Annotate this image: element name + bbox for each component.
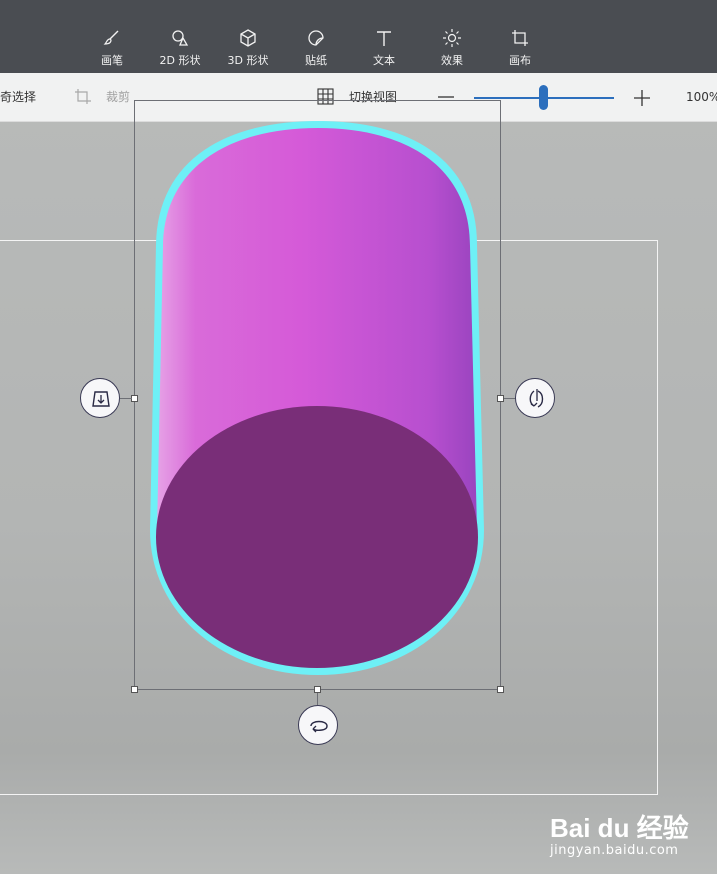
resize-handle-left[interactable] xyxy=(131,395,138,402)
rotate-horizontal-icon xyxy=(310,720,328,733)
watermark-logo: Bai du 经验 xyxy=(550,813,689,843)
rotate-z-button[interactable] xyxy=(298,705,338,745)
resize-handle-bottom[interactable] xyxy=(314,686,321,693)
handle-connector xyxy=(317,693,318,705)
tilt-rotate-button[interactable] xyxy=(80,378,120,418)
tilt-depth-icon xyxy=(92,391,110,407)
rotate-vertical-icon xyxy=(529,389,544,408)
selection-box[interactable] xyxy=(134,100,501,690)
handle-connector xyxy=(120,398,132,399)
resize-handle-right[interactable] xyxy=(497,395,504,402)
rotate-y-button[interactable] xyxy=(515,378,555,418)
resize-handle-bottom-right[interactable] xyxy=(497,686,504,693)
resize-handle-bottom-left[interactable] xyxy=(131,686,138,693)
watermark-url: jingyan.baidu.com xyxy=(550,843,679,858)
